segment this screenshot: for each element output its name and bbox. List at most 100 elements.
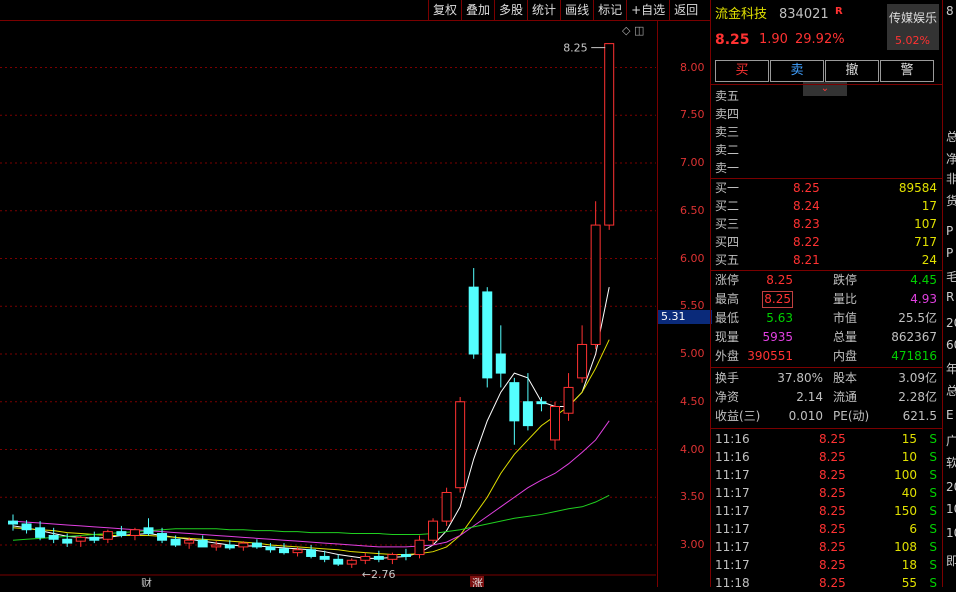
- candle-body: [238, 542, 249, 548]
- candle-body: [143, 527, 154, 535]
- diamond-icon[interactable]: ◇: [622, 24, 630, 37]
- stat-value: 8.25: [762, 291, 793, 308]
- buy-level-label: 买一: [715, 181, 740, 195]
- tick-side: S: [929, 540, 937, 554]
- candle-body: [224, 544, 235, 549]
- candle-body: [306, 549, 317, 557]
- buy-level-label: 买三: [715, 217, 740, 231]
- buy-level-price: 8.24: [793, 199, 820, 213]
- candle-body: [157, 533, 168, 541]
- stat-row: 外盘 390551 内盘 471816: [715, 347, 941, 365]
- tick-side: S: [929, 522, 937, 536]
- side-info-char: R: [946, 290, 955, 304]
- side-info-char: 10: [946, 526, 956, 540]
- tick-time: 11:17: [715, 504, 750, 518]
- sell-level-row[interactable]: 卖一: [715, 159, 941, 177]
- buy-level-row[interactable]: 买一 8.25 89584: [715, 179, 941, 197]
- trade-button-1[interactable]: 卖: [770, 60, 824, 82]
- buy-level-row[interactable]: 买五 8.21 24: [715, 251, 941, 269]
- trade-button-0[interactable]: 买: [715, 60, 769, 82]
- stat-label: 外盘: [715, 349, 740, 363]
- buy-level-volume: 17: [921, 199, 937, 213]
- stat-value: 862367: [891, 330, 937, 344]
- toolbar-btn-3[interactable]: 统计: [527, 0, 561, 20]
- fundamental-row: 换手 37.80% 股本 3.09亿: [715, 369, 941, 387]
- candle-body: [522, 401, 533, 427]
- candle-body: [346, 559, 357, 565]
- toolbar-btn-2[interactable]: 多股: [494, 0, 528, 20]
- tick-time: 11:17: [715, 522, 750, 536]
- toolbar-btn-1[interactable]: 叠加: [461, 0, 495, 20]
- event-marker-finance[interactable]: 财: [141, 576, 152, 587]
- buy-level-price: 8.23: [793, 217, 820, 231]
- stat-row: 最高 8.25 量比 4.93: [715, 290, 941, 308]
- price-change: 1.90: [759, 32, 788, 47]
- candle-body: [48, 534, 59, 540]
- fundamental-row: 收益(三) 0.010 PE(动) 621.5: [715, 407, 941, 425]
- toolbar-btn-4[interactable]: 画线: [560, 0, 594, 20]
- tick-row: 11:17 8.25 100 S: [715, 466, 941, 484]
- buy-level-row[interactable]: 买二 8.24 17: [715, 197, 941, 215]
- tick-volume: 15: [901, 432, 917, 446]
- sector-box[interactable]: 传媒娱乐 5.02%: [887, 4, 939, 50]
- side-info-char: 净: [946, 150, 956, 167]
- low-price-label: ←2.76: [362, 568, 396, 581]
- trade-button-2[interactable]: 撤: [825, 60, 879, 82]
- fundamental-label: 股本: [833, 371, 858, 385]
- toolbar-btn-0[interactable]: 复权: [428, 0, 462, 20]
- buy-level-volume: 89584: [898, 181, 937, 195]
- tick-time: 11:16: [715, 432, 750, 446]
- trade-button-3[interactable]: 警: [880, 60, 934, 82]
- toolbar-btn-6[interactable]: +自选: [626, 0, 670, 20]
- toolbar-btn-7[interactable]: 返回: [669, 0, 703, 20]
- tick-row: 11:18 8.25 55 S: [715, 574, 941, 592]
- candle-body: [319, 555, 330, 560]
- kline-chart[interactable]: 8.25 ←2.76 财 涨: [0, 0, 710, 587]
- fundamental-label: 净资: [715, 390, 740, 404]
- fundamental-label: 收益(三): [715, 409, 761, 423]
- current-price-marker: 5.31: [658, 310, 712, 324]
- stat-row: 现量 5935 总量 862367: [715, 328, 941, 346]
- buy-level-row[interactable]: 买三 8.23 107: [715, 215, 941, 233]
- stat-value: 8.25: [766, 273, 793, 287]
- tick-price: 8.25: [819, 504, 846, 518]
- window-icon[interactable]: ◫: [634, 24, 644, 37]
- fundamental-value: 2.28亿: [898, 390, 937, 404]
- sell-level-label: 卖一: [715, 161, 740, 175]
- side-info-char: P: [946, 246, 954, 260]
- candle-body: [468, 286, 479, 355]
- sell-level-row[interactable]: 卖三: [715, 123, 941, 141]
- candle-body: [387, 554, 398, 560]
- tick-volume: 6: [909, 522, 917, 536]
- tick-side: S: [929, 576, 937, 590]
- candle-body: [536, 401, 547, 405]
- candle-body: [577, 343, 588, 379]
- stat-label: 最低: [715, 311, 740, 325]
- candle-body: [211, 544, 222, 548]
- toolbar-btn-5[interactable]: 标记: [593, 0, 627, 20]
- sell-level-row[interactable]: 卖二: [715, 141, 941, 159]
- sell-level-label: 卖三: [715, 125, 740, 139]
- tick-price: 8.25: [819, 522, 846, 536]
- stat-value: 5.63: [766, 311, 793, 325]
- sell-level-row[interactable]: 卖五: [715, 87, 941, 105]
- side-info-char: P: [946, 224, 954, 238]
- event-marker-limit-up[interactable]: 涨: [472, 577, 483, 587]
- candle-body: [89, 536, 100, 541]
- candle-body: [129, 529, 140, 536]
- side-info-char: E: [946, 408, 954, 422]
- candle-body: [265, 546, 276, 551]
- y-tick-label: 7.00: [680, 156, 705, 169]
- candle-body: [550, 406, 560, 441]
- tick-side: S: [929, 504, 937, 518]
- tick-row: 11:17 8.25 18 S: [715, 556, 941, 574]
- fundamental-value: 2.14: [796, 390, 823, 404]
- stat-label: 现量: [715, 330, 740, 344]
- candle-body: [563, 386, 574, 414]
- stat-value: 5935: [762, 330, 793, 344]
- buy-level-row[interactable]: 买四 8.22 717: [715, 233, 941, 251]
- chart-top-border: [0, 20, 710, 21]
- sell-level-row[interactable]: 卖四: [715, 105, 941, 123]
- stat-label: 总量: [833, 330, 858, 344]
- side-info-char: 即: [946, 552, 956, 569]
